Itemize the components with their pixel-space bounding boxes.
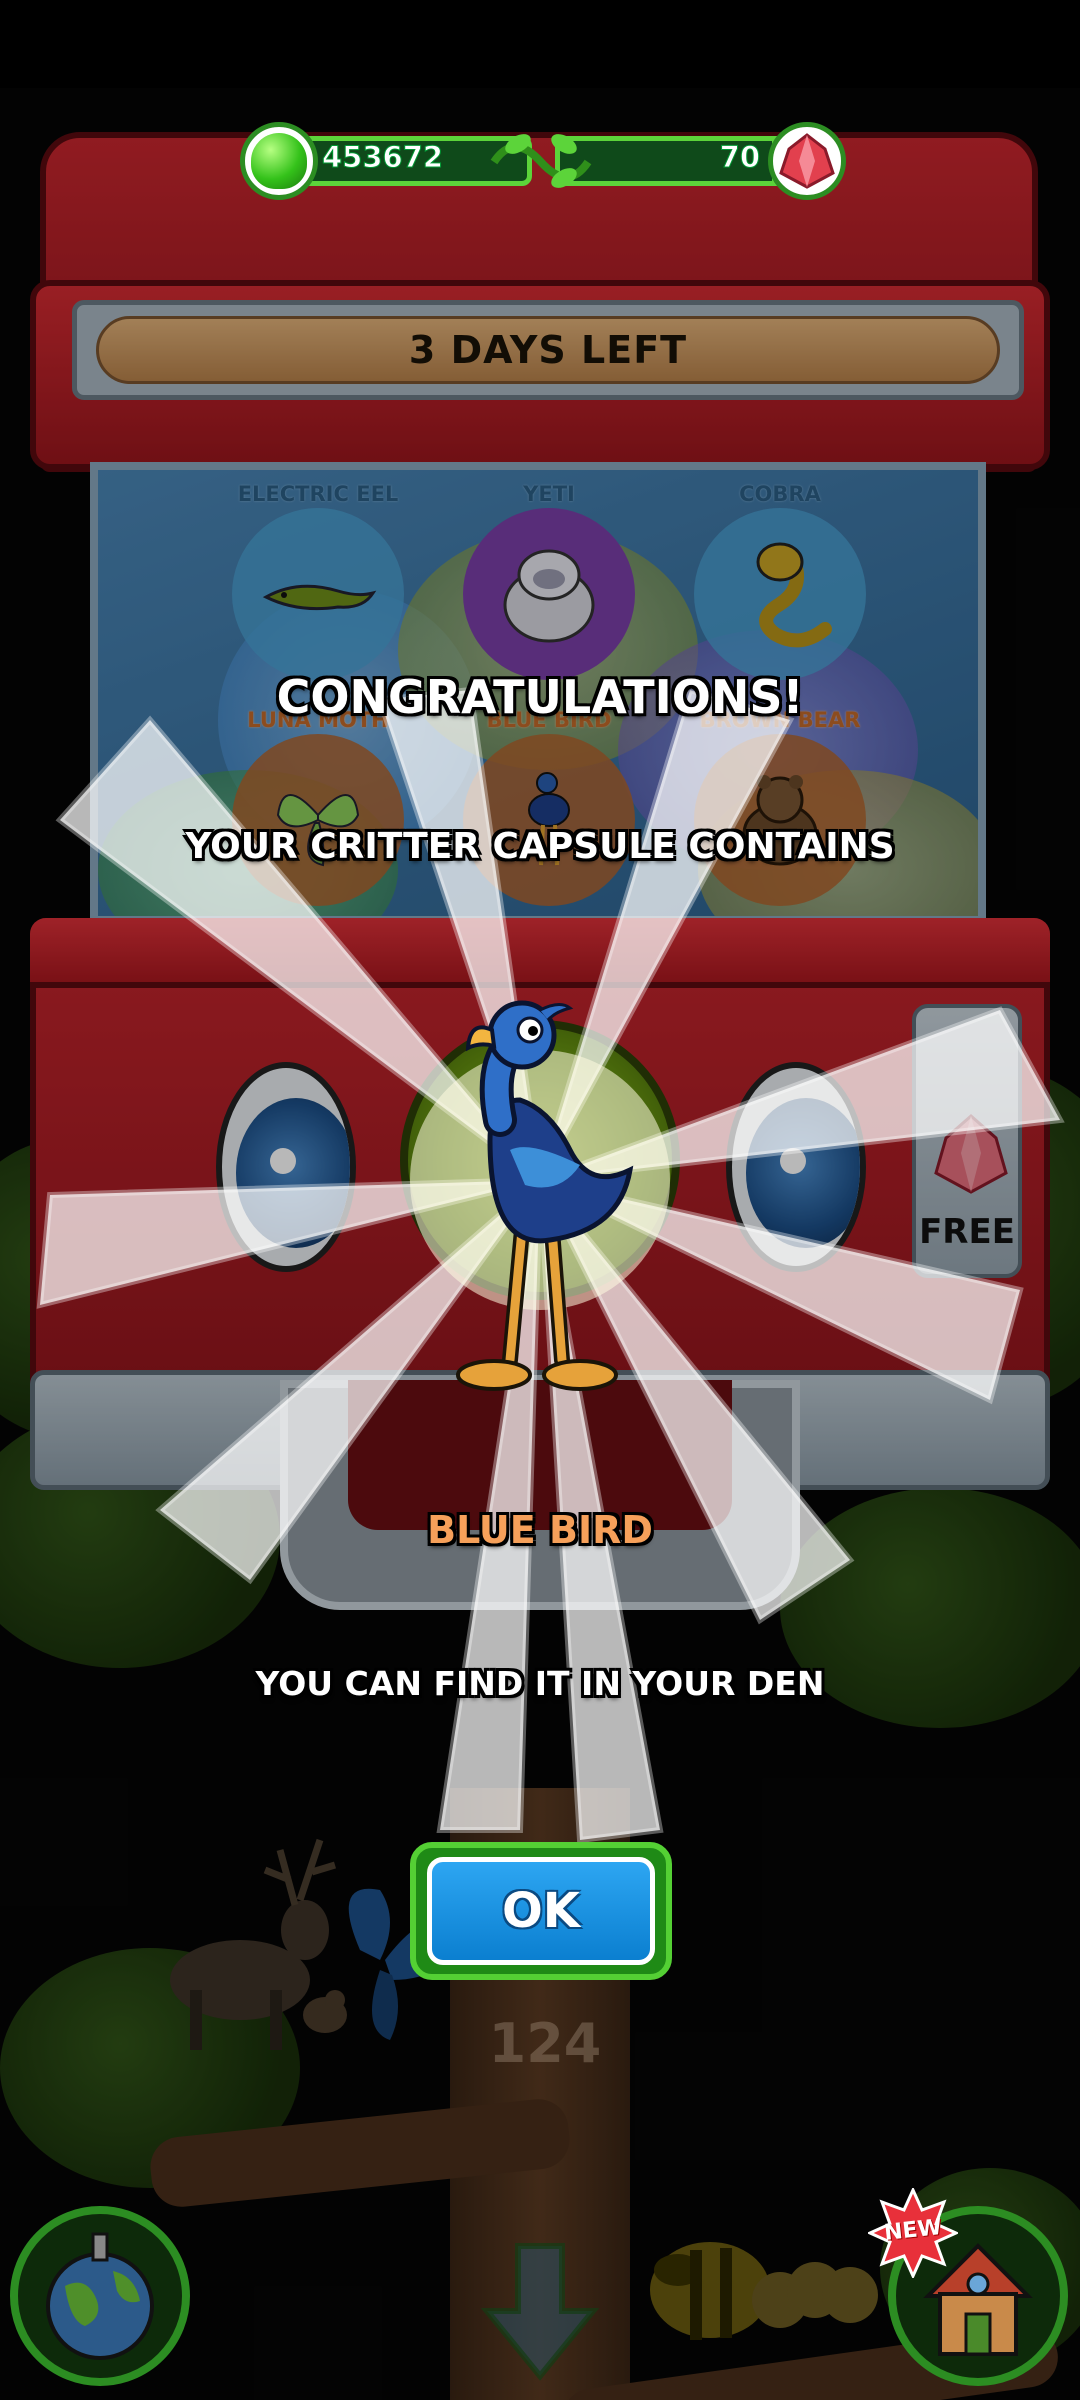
globe-icon bbox=[46, 2232, 154, 2360]
ok-button-label: OK bbox=[502, 1883, 580, 1939]
blue-bird-icon bbox=[456, 1000, 634, 1391]
scroll-down-arrow-button[interactable] bbox=[478, 2236, 602, 2386]
reward-message: YOU CAN FIND IT IN YOUR DEN bbox=[255, 1664, 825, 1703]
reward-title: CONGRATULATIONS! bbox=[276, 670, 804, 724]
ok-button-face[interactable]: OK bbox=[427, 1857, 655, 1965]
red-gem-count: 70 bbox=[719, 140, 760, 175]
critter-name: BLUE BIRD bbox=[427, 1508, 653, 1552]
tree-level-number: 124 bbox=[488, 2012, 602, 2075]
ok-button[interactable]: OK bbox=[410, 1842, 672, 1980]
red-gem-icon bbox=[768, 122, 846, 200]
reward-subtitle: YOUR CRITTER CAPSULE CONTAINS bbox=[185, 826, 895, 867]
world-map-button[interactable] bbox=[10, 2206, 190, 2386]
